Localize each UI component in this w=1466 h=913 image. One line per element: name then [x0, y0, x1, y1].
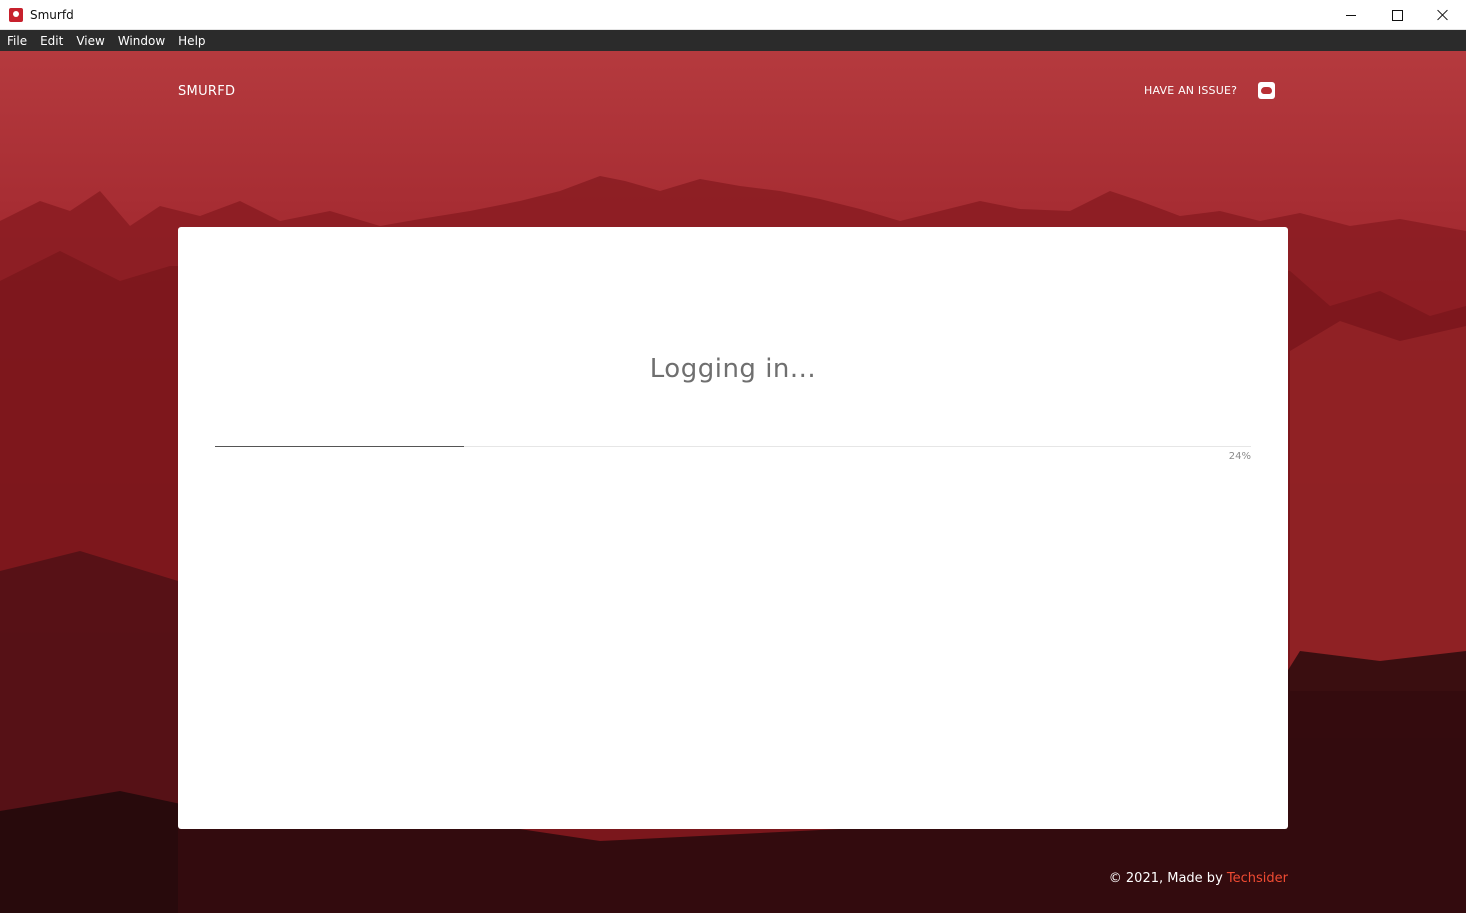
issue-link[interactable]: HAVE AN ISSUE?	[1144, 84, 1237, 97]
maximize-icon	[1391, 9, 1403, 21]
progress-fill	[215, 446, 464, 447]
menu-view[interactable]: View	[70, 34, 110, 48]
status-text: Logging in...	[649, 354, 817, 384]
window-titlebar: Smurfd	[0, 0, 1466, 30]
progress-bar	[215, 446, 1251, 447]
footer-credit: © 2021, Made by Techsider	[1000, 871, 1288, 886]
window-title: Smurfd	[30, 8, 74, 22]
maximize-button[interactable]	[1374, 0, 1420, 30]
discord-icon[interactable]	[1258, 82, 1275, 99]
minimize-button[interactable]	[1328, 0, 1374, 30]
menu-help[interactable]: Help	[172, 34, 211, 48]
minimize-icon	[1346, 14, 1356, 16]
footer-text: © 2021, Made by	[1108, 871, 1227, 886]
menu-file[interactable]: File	[1, 34, 33, 48]
menu-bar: File Edit View Window Help	[0, 30, 1466, 51]
footer-link[interactable]: Techsider	[1227, 871, 1288, 886]
brand-title[interactable]: SMURFD	[178, 84, 235, 99]
close-button[interactable]	[1420, 0, 1466, 30]
progress-percent: 24%	[1228, 451, 1251, 462]
close-icon	[1437, 9, 1449, 21]
menu-edit[interactable]: Edit	[34, 34, 69, 48]
login-card: Logging in... 24%	[178, 227, 1288, 829]
app-background: SMURFD HAVE AN ISSUE? Logging in... 24% …	[0, 51, 1466, 913]
menu-window[interactable]: Window	[112, 34, 171, 48]
app-icon	[9, 8, 23, 22]
